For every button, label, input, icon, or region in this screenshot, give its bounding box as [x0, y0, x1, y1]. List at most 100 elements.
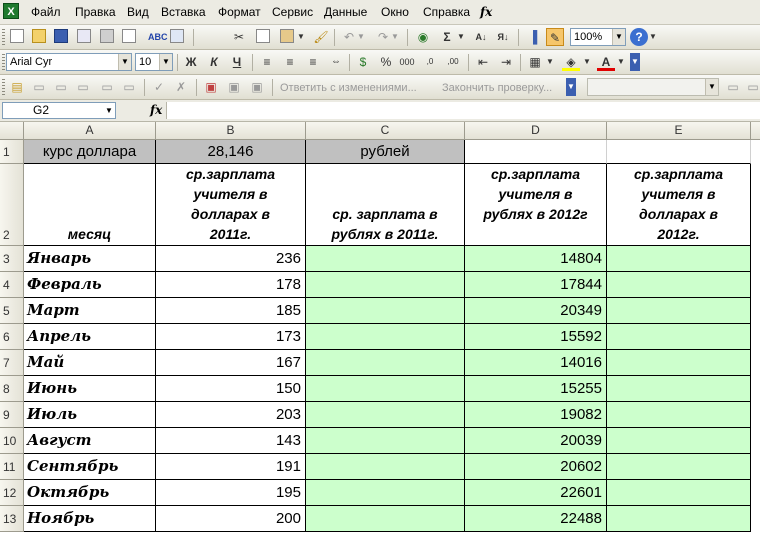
cell-rub-2012[interactable]: 14016 [465, 350, 607, 376]
increase-indent-icon[interactable]: ⇥ [497, 53, 515, 71]
research-icon[interactable] [170, 29, 184, 43]
cell-rub-2011[interactable] [306, 428, 465, 454]
fill-color-icon[interactable]: ◈ [562, 53, 580, 71]
currency-icon[interactable]: $ [354, 53, 372, 71]
cell-usd-2011[interactable]: 178 [156, 272, 306, 298]
toolbar-options-icon[interactable]: ▼ [648, 28, 658, 46]
column-header-a[interactable]: A [24, 122, 156, 140]
row-header[interactable]: 8 [0, 376, 24, 402]
menu-window[interactable]: Окно [381, 5, 409, 19]
column-header-b[interactable]: B [156, 122, 306, 140]
paste-icon[interactable] [280, 29, 294, 43]
cell-rub-2012[interactable]: 15592 [465, 324, 607, 350]
cell-rub-2012[interactable]: 22488 [465, 506, 607, 532]
cell-a1[interactable]: курс доллара [24, 140, 156, 164]
format-painter-icon[interactable]: 🖌 [312, 28, 330, 46]
cell-rub-2012[interactable]: 20349 [465, 298, 607, 324]
column-header-d[interactable]: D [465, 122, 607, 140]
cell-month[interactable]: Май [24, 350, 156, 376]
chevron-down-icon[interactable]: ▼ [103, 103, 115, 118]
cell-e2[interactable]: ср.зарплата учителя в долларах в 2012г. [607, 164, 751, 246]
cell-rub-2011[interactable] [306, 298, 465, 324]
cell-rub-2012[interactable]: 20039 [465, 428, 607, 454]
toolbar-options-icon[interactable]: ▼ [566, 78, 576, 96]
cell-d2[interactable]: ср.зарплата учителя в рублях в 2012г [465, 164, 607, 246]
increase-decimal-icon[interactable]: ,0 [421, 53, 439, 71]
sort-ascending-icon[interactable]: A↓ [472, 28, 490, 46]
chevron-down-icon[interactable]: ▼ [159, 54, 172, 70]
cell-rub-2012[interactable]: 14804 [465, 246, 607, 272]
cell-usd-2011[interactable]: 236 [156, 246, 306, 272]
bold-button[interactable]: Ж [182, 53, 200, 71]
cell-rub-2011[interactable] [306, 350, 465, 376]
menu-edit[interactable]: Правка [75, 5, 116, 19]
new-icon[interactable] [10, 29, 24, 43]
cell-usd-2011[interactable]: 200 [156, 506, 306, 532]
protect-icon[interactable]: ▣ [225, 78, 243, 96]
cell-usd-2012[interactable] [607, 246, 751, 272]
cell-usd-2012[interactable] [607, 480, 751, 506]
cell-usd-2012[interactable] [607, 428, 751, 454]
italic-button[interactable]: К [205, 53, 223, 71]
underline-button[interactable]: Ч [228, 53, 246, 71]
cell-usd-2012[interactable] [607, 376, 751, 402]
drawing-icon[interactable]: ✎ [546, 28, 564, 46]
cell-b1[interactable]: 28,146 [156, 140, 306, 164]
cell-rub-2012[interactable]: 22601 [465, 480, 607, 506]
sort-descending-icon[interactable]: Я↓ [494, 28, 512, 46]
autosum-icon[interactable]: Σ [438, 28, 456, 46]
excel-app-icon[interactable]: X [3, 3, 19, 19]
cell-c1[interactable]: рублей [306, 140, 465, 164]
cell-usd-2012[interactable] [607, 324, 751, 350]
cell-usd-2011[interactable]: 185 [156, 298, 306, 324]
cell-rub-2011[interactable] [306, 324, 465, 350]
cell-usd-2012[interactable] [607, 402, 751, 428]
cell-usd-2012[interactable] [607, 350, 751, 376]
cell-month[interactable]: Август [24, 428, 156, 454]
toolbar-icon[interactable]: ▭ [724, 78, 742, 96]
align-right-icon[interactable]: ≡ [304, 53, 322, 71]
row-header[interactable]: 4 [0, 272, 24, 298]
percent-icon[interactable]: % [377, 53, 395, 71]
cell-d1[interactable] [465, 140, 607, 164]
chevron-down-icon[interactable]: ▼ [118, 54, 131, 70]
reply-with-changes-button[interactable]: Ответить с изменениями... [280, 82, 417, 94]
cell-rub-2011[interactable] [306, 506, 465, 532]
insert-function-icon[interactable]: fx [150, 103, 162, 117]
row-header[interactable]: 3 [0, 246, 24, 272]
comment-icon[interactable]: ▭ [52, 78, 70, 96]
formula-input[interactable] [166, 102, 760, 119]
row-header[interactable]: 1 [0, 140, 24, 164]
row-header[interactable]: 11 [0, 454, 24, 480]
row-header[interactable]: 7 [0, 350, 24, 376]
style-select[interactable]: ▼ [587, 78, 719, 96]
comment-icon[interactable]: ▭ [74, 78, 92, 96]
cell-usd-2011[interactable]: 143 [156, 428, 306, 454]
cell-month[interactable]: Февраль [24, 272, 156, 298]
cell-usd-2011[interactable]: 173 [156, 324, 306, 350]
row-header[interactable]: 12 [0, 480, 24, 506]
row-header[interactable]: 6 [0, 324, 24, 350]
chevron-down-icon[interactable]: ▼ [545, 53, 555, 71]
column-header-c[interactable]: C [306, 122, 465, 140]
cell-usd-2011[interactable]: 167 [156, 350, 306, 376]
font-color-icon[interactable]: A [597, 53, 615, 71]
accept-icon[interactable]: ✓ [150, 78, 168, 96]
toolbar-grip[interactable] [2, 54, 5, 71]
menu-view[interactable]: Вид [127, 5, 149, 19]
cell-rub-2012[interactable]: 20602 [465, 454, 607, 480]
cell-rub-2012[interactable]: 15255 [465, 376, 607, 402]
row-header[interactable]: 10 [0, 428, 24, 454]
cell-usd-2012[interactable] [607, 454, 751, 480]
cell-rub-2011[interactable] [306, 246, 465, 272]
function-wizard-icon[interactable]: fx [480, 5, 492, 19]
cell-usd-2011[interactable]: 195 [156, 480, 306, 506]
cell-month[interactable]: Январь [24, 246, 156, 272]
cell-c2[interactable]: ср. зарплата в рублях в 2011г. [306, 164, 465, 246]
cell-rub-2012[interactable]: 19082 [465, 402, 607, 428]
row-header[interactable]: 5 [0, 298, 24, 324]
decrease-indent-icon[interactable]: ⇤ [474, 53, 492, 71]
comma-style-icon[interactable]: 000 [398, 53, 416, 71]
menu-data[interactable]: Данные [324, 5, 367, 19]
cell-rub-2011[interactable] [306, 272, 465, 298]
